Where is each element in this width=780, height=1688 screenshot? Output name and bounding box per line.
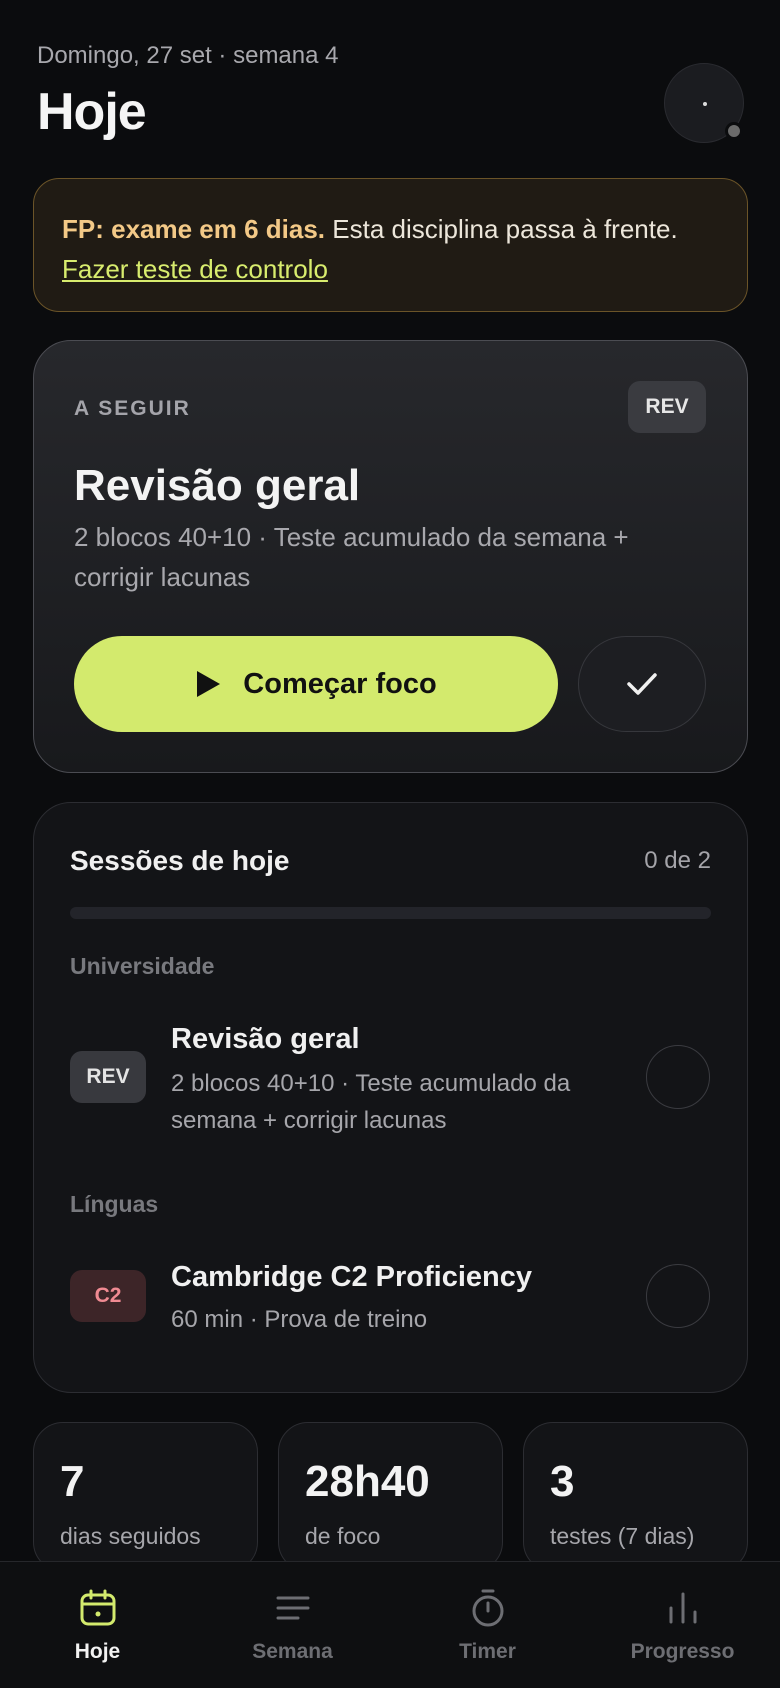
tab-label: Progresso — [630, 1640, 735, 1663]
control-test-link[interactable]: Fazer teste de controlo — [62, 254, 328, 284]
bottom-tab-bar: Hoje Semana Timer Progresso — [0, 1561, 780, 1688]
bar-chart-icon — [669, 1592, 696, 1624]
group-label-linguas: Línguas — [70, 1191, 159, 1217]
avatar-dot — [703, 102, 707, 106]
calendar-icon — [80, 1589, 115, 1626]
sessions-progress-bar — [70, 907, 711, 919]
next-tag: REV — [628, 381, 706, 433]
play-icon — [197, 671, 221, 697]
sessions-count: 0 de 2 — [644, 847, 711, 874]
stat-value: 28h40 — [305, 1457, 430, 1506]
alert-bold-text: FP: exame em 6 dias. — [62, 214, 326, 244]
mark-done-button[interactable] — [578, 636, 706, 732]
stat-label: de foco — [305, 1523, 381, 1549]
tab-hoje[interactable]: Hoje — [0, 1562, 195, 1688]
start-focus-button[interactable]: Começar foco — [74, 636, 558, 732]
session-title[interactable]: Revisão geral — [171, 1023, 360, 1056]
session-title[interactable]: Cambridge C2 Proficiency — [171, 1261, 532, 1294]
next-subtitle: 2 blocos 40+10 · Teste acumulado da sema… — [74, 522, 629, 592]
status-indicator — [725, 122, 743, 140]
stat-label: dias seguidos — [60, 1523, 201, 1549]
tab-label: Hoje — [74, 1640, 121, 1663]
stat-tests: 3 testes (7 dias) — [523, 1422, 748, 1572]
stat-label: testes (7 dias) — [550, 1523, 695, 1549]
page-header: Domingo, 27 set · semana 4 Hoje — [37, 42, 339, 142]
session-subtitle: 60 min · Prova de treino — [171, 1306, 428, 1333]
stat-streak: 7 dias seguidos — [33, 1422, 258, 1572]
session-subtitle: 2 blocos 40+10 · Teste acumulado da sema… — [171, 1070, 571, 1134]
date-label: Domingo, 27 set · semana 4 — [37, 42, 339, 69]
stopwatch-icon — [472, 1589, 503, 1627]
stat-focus-time: 28h40 de foco — [278, 1422, 503, 1572]
next-title: Revisão geral — [74, 461, 361, 510]
page-title: Hoje — [37, 83, 147, 141]
next-session-card: A SEGUIR REV Revisão geral 2 blocos 40+1… — [33, 340, 748, 773]
today-sessions-card: Sessões de hoje 0 de 2 Universidade REV … — [33, 802, 748, 1393]
tab-label: Timer — [459, 1640, 516, 1663]
exam-alert: FP: exame em 6 dias. Esta disciplina pas… — [33, 178, 748, 312]
list-icon — [276, 1596, 309, 1620]
start-focus-label: Começar foco — [243, 667, 437, 700]
sessions-title: Sessões de hoje — [70, 845, 290, 876]
tab-progresso[interactable]: Progresso — [585, 1562, 780, 1688]
stat-value: 3 — [550, 1457, 575, 1506]
stat-value: 7 — [60, 1457, 85, 1506]
avatar[interactable] — [664, 63, 744, 143]
next-kicker: A SEGUIR — [74, 397, 191, 420]
tab-label: Semana — [252, 1640, 333, 1663]
alert-text: Esta disciplina passa à frente. — [325, 214, 678, 244]
group-label-universidade: Universidade — [70, 953, 215, 979]
check-icon — [627, 673, 657, 695]
session-complete-toggle[interactable] — [646, 1264, 710, 1328]
session-tag: C2 — [70, 1270, 146, 1322]
session-complete-toggle[interactable] — [646, 1045, 710, 1109]
tab-semana[interactable]: Semana — [195, 1562, 390, 1688]
tab-timer[interactable]: Timer — [390, 1562, 585, 1688]
session-tag: REV — [70, 1051, 146, 1103]
